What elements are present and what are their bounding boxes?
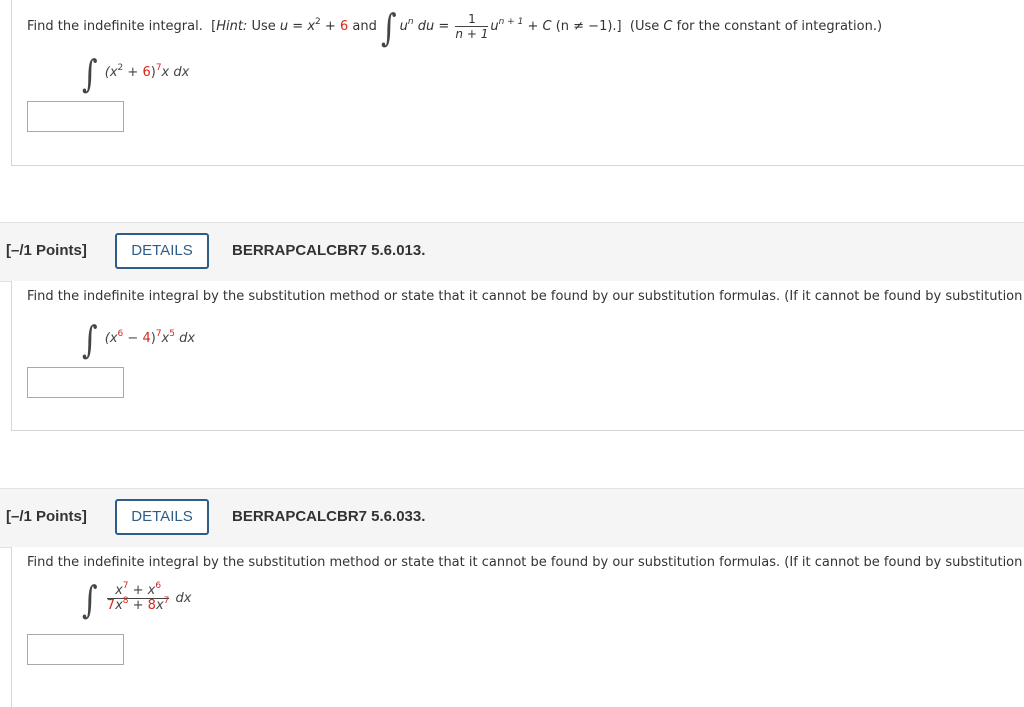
hint-text: Use xyxy=(251,19,276,34)
math-term: (x xyxy=(104,65,118,80)
math-var: C xyxy=(542,19,552,34)
question-code: BERRAPCALCBR7 5.6.013. xyxy=(232,242,426,259)
question-1-answer-input[interactable] xyxy=(27,101,124,132)
details-button[interactable]: DETAILS xyxy=(115,499,209,535)
math-op: + xyxy=(128,583,148,598)
integral-sign-icon: ∫ xyxy=(82,578,98,623)
fraction-numerator: 1 xyxy=(455,12,489,27)
math-term: dx xyxy=(174,331,196,346)
fraction-denominator: n + 1 xyxy=(455,27,489,41)
math-const: 8 xyxy=(147,598,156,613)
math-var: x xyxy=(115,598,123,613)
question-3-integral: ∫ x7 + x6 7x8 + 8x7 dx xyxy=(82,579,192,623)
details-button[interactable]: DETAILS xyxy=(115,233,209,269)
math-var: x xyxy=(115,583,123,598)
question-3-prompt: Find the indefinite integral by the subs… xyxy=(27,555,1023,570)
question-3-header: [–/1 Points] DETAILS BERRAPCALCBR7 5.6.0… xyxy=(0,488,1024,548)
question-1-body: Find the indefinite integral. [Hint: Use… xyxy=(11,0,1024,166)
math-const: 6 xyxy=(339,19,349,34)
question-2-header: [–/1 Points] DETAILS BERRAPCALCBR7 5.6.0… xyxy=(0,222,1024,282)
integral-sign-icon: ∫ xyxy=(82,318,98,363)
points-label: [–/1 Points] xyxy=(6,508,87,525)
math-condition: (n ≠ −1).] xyxy=(555,19,622,34)
integral-sign-icon: ∫ xyxy=(380,6,397,51)
question-1-integral: ∫ (x2 + 6)7x dx xyxy=(82,53,190,97)
instruction-text: for the constant of integration.) xyxy=(676,19,883,34)
math-op: − xyxy=(123,331,143,346)
hint-fraction: 1 n + 1 xyxy=(455,12,489,41)
math-const: 7 xyxy=(106,598,116,613)
math-op: + xyxy=(527,19,539,34)
math-var: u xyxy=(399,19,408,34)
fraction-numerator: x7 + x6 xyxy=(106,581,170,599)
question-2-integral: ∫ (x6 − 4)7x5 dx xyxy=(82,319,196,363)
math-var: u xyxy=(490,19,499,34)
question-2-prompt: Find the indefinite integral by the subs… xyxy=(27,289,1023,304)
math-op: = xyxy=(292,19,304,34)
question-2-answer-input[interactable] xyxy=(27,367,124,398)
hint-label: Hint: xyxy=(216,19,248,34)
fraction-denominator: 7x8 + 8x7 xyxy=(106,596,170,613)
math-var: u xyxy=(279,19,289,34)
math-exp: n + 1 xyxy=(498,17,524,27)
integral-sign-icon: ∫ xyxy=(82,52,98,97)
question-3-answer-input[interactable] xyxy=(27,634,124,665)
math-term: (x xyxy=(104,331,118,346)
question-2-body: Find the indefinite integral by the subs… xyxy=(11,281,1024,431)
math-term: x dx xyxy=(161,65,190,80)
prompt-text: Find the indefinite integral. xyxy=(27,19,203,34)
hint-text: and xyxy=(352,19,377,34)
math-const: 6 xyxy=(142,65,151,80)
math-exp: 7 xyxy=(163,596,170,606)
math-var: x xyxy=(155,598,164,613)
math-const: 4 xyxy=(142,331,151,346)
math-var: C xyxy=(663,19,673,34)
math-exp: n xyxy=(407,17,414,27)
math-var: x xyxy=(307,19,316,34)
question-3-body: Find the indefinite integral by the subs… xyxy=(11,547,1024,707)
question-1-prompt: Find the indefinite integral. [Hint: Use… xyxy=(27,7,883,51)
points-label: [–/1 Points] xyxy=(6,242,87,259)
math-exp: 6 xyxy=(155,581,162,591)
math-op: = xyxy=(438,19,450,34)
math-op: + xyxy=(123,65,143,80)
math-term: dx xyxy=(175,591,192,606)
math-exp: 2 xyxy=(315,17,321,27)
question-code: BERRAPCALCBR7 5.6.033. xyxy=(232,508,426,525)
math-op: + xyxy=(324,19,336,34)
math-op: + xyxy=(128,598,148,613)
instruction-text: (Use xyxy=(629,19,660,34)
math-var: du xyxy=(417,19,435,34)
integrand-fraction: x7 + x6 7x8 + 8x7 xyxy=(106,581,170,613)
